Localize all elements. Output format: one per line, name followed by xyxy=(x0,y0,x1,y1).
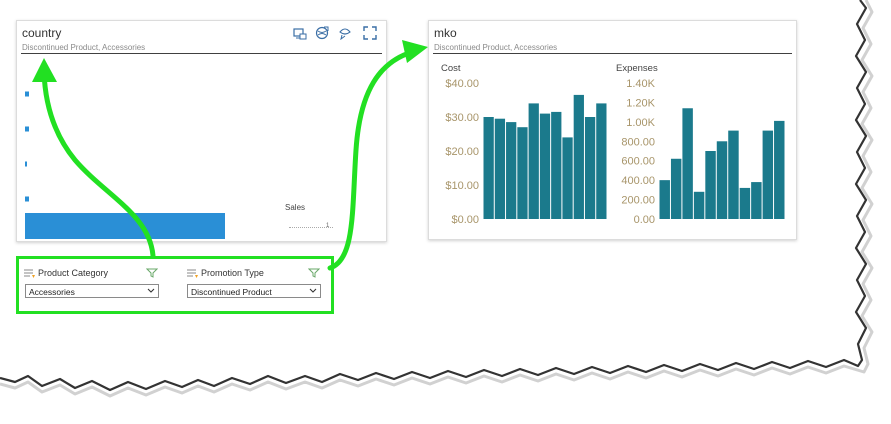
torn-edge-border xyxy=(0,0,891,424)
